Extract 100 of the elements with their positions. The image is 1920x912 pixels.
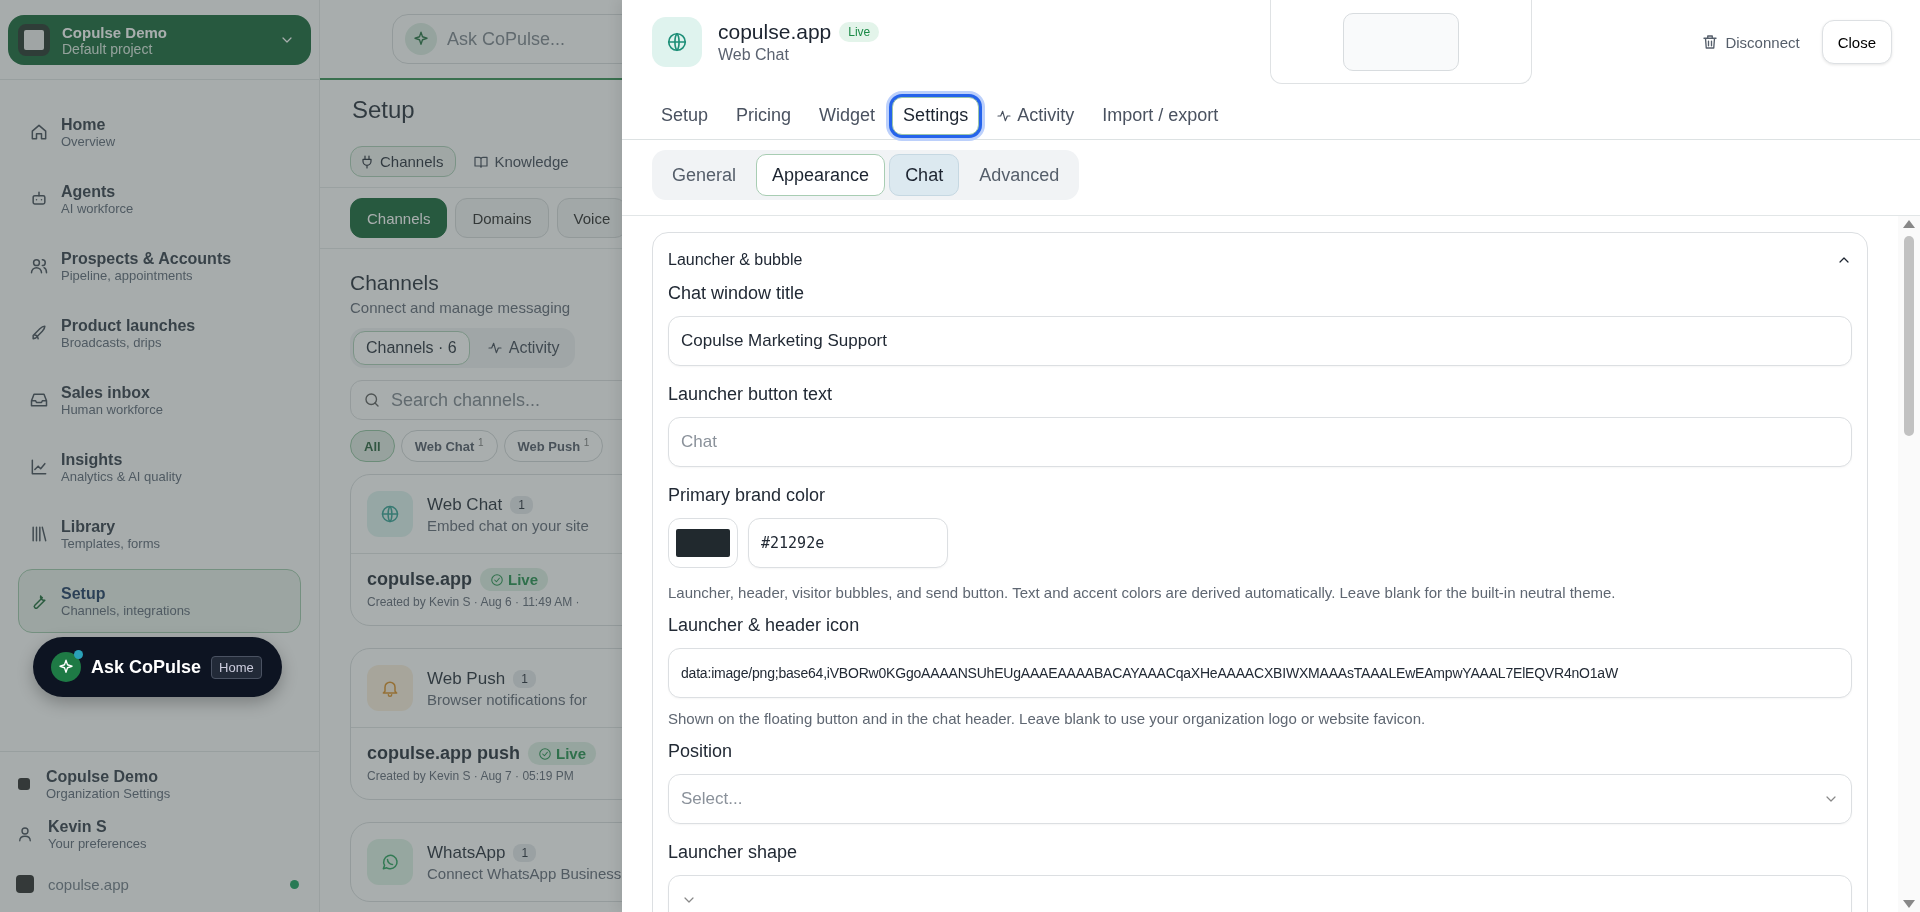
input-field[interactable]: Copulse Marketing Support [668, 316, 1852, 366]
section-header[interactable]: Launcher & bubble [668, 233, 1852, 275]
plug-icon [359, 153, 375, 170]
scrollbar[interactable] [1898, 216, 1920, 912]
notification-dot [74, 650, 83, 659]
chat-bubble-icon [380, 852, 400, 872]
category-pill[interactable]: Channels [350, 198, 448, 238]
footer-subtitle: Organization Settings [46, 785, 171, 801]
subtab[interactable]: Appearance [756, 154, 886, 196]
context-badge: Home [211, 655, 262, 679]
disconnect-button[interactable]: Disconnect [1695, 32, 1806, 52]
sparkle-icon [412, 30, 430, 48]
count-badge: 1 [513, 843, 537, 862]
scroll-down-icon[interactable] [1903, 900, 1915, 908]
subtab[interactable]: Advanced [963, 154, 1076, 196]
color-hex-field[interactable]: #21292e [748, 518, 948, 568]
view-tab[interactable]: Activity [473, 331, 573, 365]
tab[interactable]: Widget [808, 96, 887, 135]
check-circle-icon [490, 572, 505, 587]
channel-instance-name: copulse.app push [367, 743, 521, 764]
people-icon [29, 256, 49, 276]
live-badge: Live [839, 22, 880, 42]
channel-description: Browser notifications for [427, 690, 588, 708]
nav-subtitle: Pipeline, appointments [61, 267, 194, 283]
scrollbar-thumb[interactable] [1904, 236, 1914, 436]
view-tab[interactable]: Channels · 6 [353, 331, 470, 365]
logo-icon [16, 875, 34, 893]
nav-label: Home [61, 115, 107, 134]
select-field[interactable] [668, 875, 1852, 912]
section-description: Connect and manage messaging [350, 299, 571, 316]
channel-name: WhatsApp [427, 842, 506, 863]
subtab[interactable]: Chat [889, 154, 960, 196]
nav-subtitle: Human workforce [61, 401, 163, 417]
filter-chip[interactable]: Web Push $^{1}$ [503, 430, 604, 462]
trash-icon [1701, 33, 1720, 51]
field-label: Launcher & header icon [668, 614, 861, 637]
channel-instance-name: copulse.app [367, 569, 473, 590]
house-icon [29, 122, 49, 142]
channel-title: copulse.app [718, 20, 832, 44]
nav-subtitle: Templates, forms [61, 535, 160, 551]
filter-chip[interactable]: Web Chat $^{1}$ [400, 430, 498, 462]
category-pill[interactable]: Domains [455, 198, 549, 238]
footer-item[interactable]: Copulse Demo Organization Settings [16, 764, 303, 804]
nav-label: Setup [61, 584, 107, 603]
field-label: Primary brand color [668, 484, 827, 507]
books-icon [29, 524, 49, 544]
filter-chip[interactable]: All [350, 430, 395, 462]
channel-name: Web Push [427, 668, 506, 689]
project-switcher[interactable]: Copulse Demo Default project [8, 15, 311, 65]
page-title: Setup [352, 96, 416, 124]
field-label: Position [668, 740, 734, 763]
select-field[interactable]: Select... [668, 774, 1852, 824]
tab[interactable]: Pricing [725, 96, 803, 135]
channel-name: Web Chat [427, 494, 503, 515]
input-field[interactable]: data:image/png;base64,iVBORw0KGgoAAAANSUhEUgAAAEAAAABACAYAAACqaXHeAAAACXBIWXMAAAsTAAALEwEAmpwYAAAL7ElEQVR4nO1aW [668, 648, 1852, 698]
footer-item[interactable]: copulse.app [16, 864, 303, 904]
nav-item[interactable]: Sales inbox Human workforce [18, 368, 301, 432]
nav-item[interactable]: Library Templates, forms [18, 502, 301, 566]
nav-subtitle: Channels, integrations [61, 602, 191, 618]
sparkle-icon [57, 658, 75, 676]
section-tab[interactable]: Channels [350, 146, 457, 177]
project-name: Copulse Demo [62, 23, 168, 41]
close-button[interactable]: Close [1821, 20, 1892, 64]
color-swatch [676, 529, 730, 557]
channel-meta: Created by Kevin S · Aug 7 · 05:19 PM [367, 769, 575, 783]
footer-item[interactable]: Kevin S Your preferences [16, 814, 303, 854]
nav-item[interactable]: Prospects & Accounts Pipeline, appointments [18, 234, 301, 298]
nav-subtitle: AI workforce [61, 200, 134, 216]
help-text: Shown on the floating button and in the chat header. Leave blank to use your organization logo or website favicon. [668, 710, 1427, 727]
globe-icon [666, 31, 688, 53]
input-field[interactable]: Chat [668, 417, 1852, 467]
nav-item[interactable]: Insights Analytics & AI quality [18, 435, 301, 499]
logo-icon [18, 24, 50, 56]
field-label: Launcher button text [668, 383, 834, 406]
nav-label: Insights [61, 450, 124, 469]
nav-item[interactable]: Agents AI workforce [18, 167, 301, 231]
nav-label: Library [61, 517, 117, 536]
logo-icon [18, 778, 30, 790]
nav-item[interactable]: Product launches Broadcasts, drips [18, 301, 301, 365]
section-heading: Channels [350, 271, 439, 295]
category-pill[interactable]: Voice [556, 198, 622, 238]
ask-copulse-button[interactable]: Ask CoPulse Home [33, 637, 282, 697]
search-icon [363, 391, 381, 409]
tab[interactable]: Setup [650, 96, 720, 135]
channel-description: Embed chat on your site [427, 516, 589, 534]
field-label: Chat window title [668, 282, 806, 305]
section-tab[interactable]: Knowledge [464, 146, 582, 177]
subtab[interactable]: General [656, 154, 753, 196]
footer-label: copulse.app [48, 875, 129, 893]
footer-label: Copulse Demo [46, 767, 159, 786]
tab[interactable]: Activity [985, 96, 1086, 135]
help-text: Launcher, header, visitor bubbles, and send button. Text and accent colors are derived automatically. Leave blank for the built-in neutral theme. [668, 584, 1617, 601]
tab[interactable]: Import / export [1091, 96, 1230, 135]
nav-item[interactable]: Setup Channels, integrations [18, 569, 301, 633]
channel-description: Connect WhatsApp Business [427, 864, 622, 882]
button-label: Ask CoPulse [91, 656, 202, 678]
nav-item[interactable]: Home Overview [18, 100, 301, 164]
scroll-up-icon[interactable] [1903, 220, 1915, 228]
color-picker[interactable] [668, 518, 738, 568]
nav-label: Product launches [61, 316, 196, 335]
